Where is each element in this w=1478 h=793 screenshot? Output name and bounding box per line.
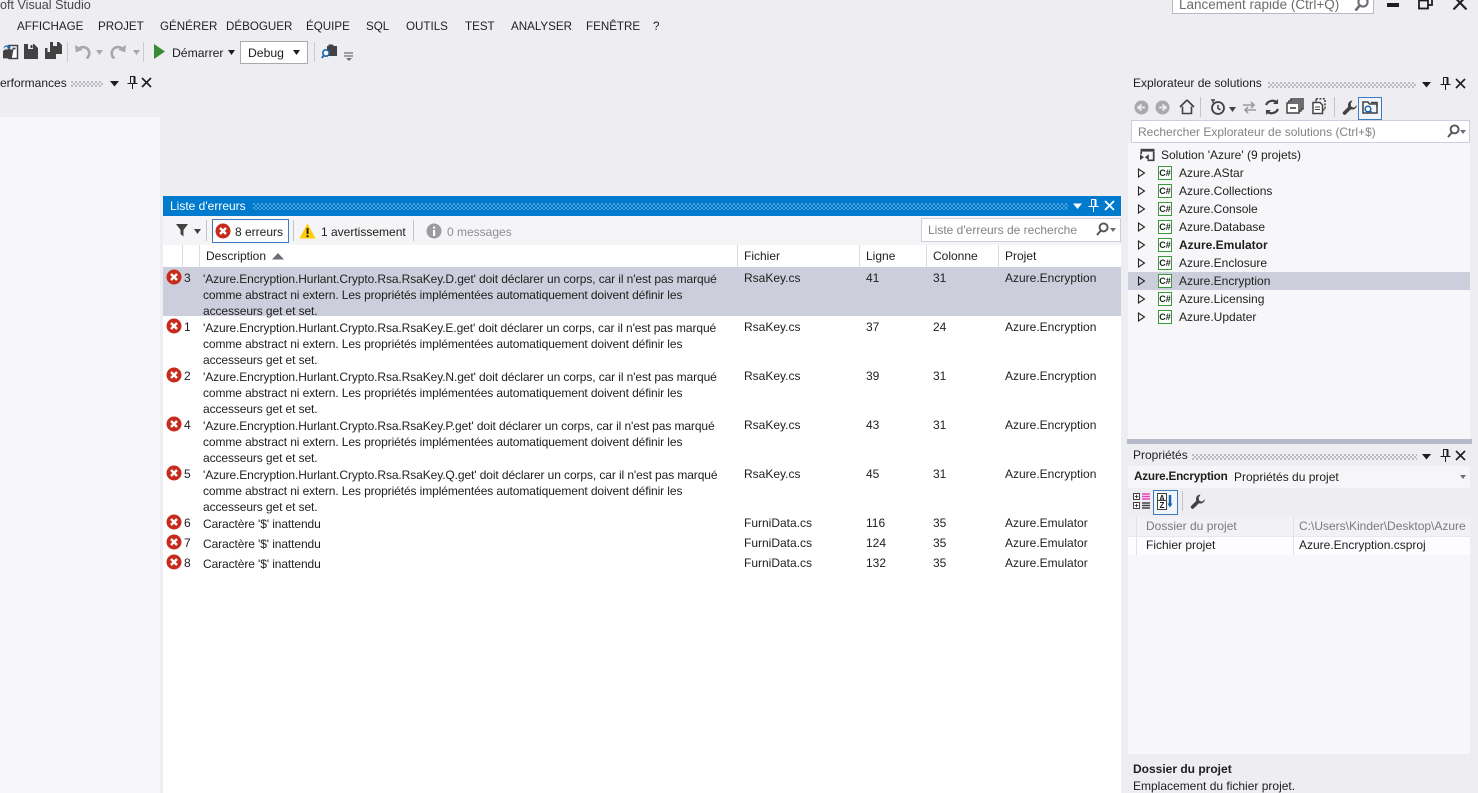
- svg-text:C#: C#: [1159, 258, 1171, 268]
- svg-text:C#: C#: [1159, 294, 1171, 304]
- svg-text:Z: Z: [1160, 501, 1165, 510]
- svg-text:C#: C#: [1159, 204, 1171, 214]
- svg-text:C#: C#: [1159, 222, 1171, 232]
- svg-text:C#: C#: [1159, 186, 1171, 196]
- svg-text:C#: C#: [1159, 168, 1171, 178]
- svg-text:C#: C#: [1159, 312, 1171, 322]
- svg-text:C#: C#: [1159, 240, 1171, 250]
- svg-text:C#: C#: [1159, 276, 1171, 286]
